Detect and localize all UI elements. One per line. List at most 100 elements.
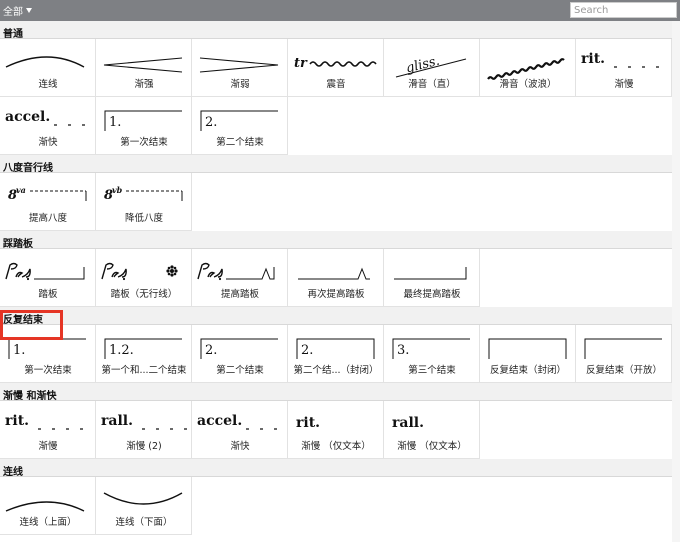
- section-header[interactable]: 普通: [0, 21, 680, 40]
- svg-text:1.: 1.: [109, 115, 121, 130]
- palette-cell[interactable]: 连线: [0, 39, 96, 97]
- palette-cell[interactable]: accel. 渐快: [192, 401, 288, 459]
- palette-cell[interactable]: 8 vb 降低八度: [96, 173, 192, 231]
- chevron-down-icon: [26, 8, 32, 13]
- palette-cell[interactable]: 踏板（无行线）: [96, 249, 192, 307]
- palette-cell-label: 连线（下面）: [115, 517, 173, 528]
- palette-grid: 8 va 提高八度 8 vb 降低八度: [0, 173, 672, 231]
- palette-cell-label: 降低八度: [124, 213, 163, 224]
- palette-cell[interactable]: tr 震音: [288, 39, 384, 97]
- svg-text:tr: tr: [294, 56, 308, 71]
- svg-text:1.: 1.: [13, 343, 25, 358]
- palette-cell[interactable]: 滑音（波浪）: [480, 39, 576, 97]
- scrollbar[interactable]: [672, 21, 680, 542]
- svg-text:gliss.: gliss.: [405, 54, 442, 77]
- palette-cell-label: 渐慢 （仅文本）: [301, 441, 371, 452]
- palette-cell-label: 再次提高踏板: [307, 289, 365, 300]
- palette-cell[interactable]: 2. 第二个结束: [192, 325, 288, 383]
- palette-cell-label: 渐慢: [38, 441, 58, 452]
- palette-cell[interactable]: 2. 第二个结...（封闭）: [288, 325, 384, 383]
- highlight-box: [0, 310, 63, 340]
- palette-cell[interactable]: 渐弱: [192, 39, 288, 97]
- palette-list: 普通 连线 渐强 渐弱 tr 震音 gliss. 滑音（直） 滑音（波浪） ri…: [0, 21, 680, 542]
- filter-dropdown[interactable]: 全部: [3, 3, 32, 18]
- palette-cell-label: 踏板: [38, 289, 58, 300]
- palette-cell-label: 第一次结束: [24, 365, 72, 376]
- palette-section: 反复结束 1. 第一次结束 1.2. 第一个和...二个结束 2. 第二个结束 …: [0, 307, 680, 383]
- palette-cell[interactable]: 3. 第三个结束: [384, 325, 480, 383]
- palette-cell-label: 第一个和...二个结束: [101, 365, 187, 376]
- palette-cell-label: 连线（上面）: [19, 517, 77, 528]
- palette-cell[interactable]: 再次提高踏板: [288, 249, 384, 307]
- palette-cell-label: 提高踏板: [220, 289, 259, 300]
- palette-section: 踩踏板 踏板 踏板（无行线） 提高踏板 再次提高踏板 最终提高踏板: [0, 231, 680, 307]
- palette-cell-label: 第二个结束: [216, 365, 264, 376]
- palette-cell[interactable]: 连线（上面）: [0, 477, 96, 535]
- palette-cell[interactable]: rall. 渐慢 (2): [96, 401, 192, 459]
- section-header[interactable]: 踩踏板: [0, 231, 680, 250]
- palette-cell-label: 踏板（无行线）: [110, 289, 178, 300]
- section-header[interactable]: 八度音行线: [0, 155, 680, 174]
- palette-cell-label: 渐快: [38, 137, 58, 148]
- palette-cell[interactable]: 反复结束（封闭）: [480, 325, 576, 383]
- palette-cell-label: 第二个结束: [216, 137, 264, 148]
- svg-text:rit.: rit.: [5, 413, 29, 429]
- pedal-mark: [5, 262, 31, 281]
- palette-cell-label: 渐强: [134, 79, 154, 90]
- section-header[interactable]: 反复结束: [0, 307, 680, 326]
- svg-text:accel.: accel.: [5, 109, 50, 125]
- palette-section: 普通 连线 渐强 渐弱 tr 震音 gliss. 滑音（直） 滑音（波浪） ri…: [0, 21, 680, 155]
- palette-grid: 连线（上面） 连线（下面）: [0, 477, 672, 535]
- palette-section: 渐慢 和渐快 rit. 渐慢 rall. 渐慢 (2) accel. 渐快 ri…: [0, 383, 680, 459]
- palette-toolbar: 全部: [0, 0, 680, 21]
- svg-text:rit.: rit.: [296, 415, 320, 431]
- svg-text:2.: 2.: [301, 343, 313, 358]
- palette-cell[interactable]: 渐强: [96, 39, 192, 97]
- palette-cell-label: 第三个结束: [408, 365, 456, 376]
- palette-cell[interactable]: rit. 渐慢: [576, 39, 672, 97]
- svg-text:rit.: rit.: [581, 51, 605, 67]
- palette-cell[interactable]: accel. 渐快: [0, 97, 96, 155]
- palette-cell[interactable]: 连线（下面）: [96, 477, 192, 535]
- palette-cell-label: 第一次结束: [120, 137, 168, 148]
- palette-cell[interactable]: 2. 第二个结束: [192, 97, 288, 155]
- section-header[interactable]: 渐慢 和渐快: [0, 383, 680, 402]
- svg-text:rall.: rall.: [101, 413, 133, 429]
- palette-cell[interactable]: gliss. 滑音（直）: [384, 39, 480, 97]
- svg-text:2.: 2.: [205, 343, 217, 358]
- svg-text:rall.: rall.: [392, 415, 424, 431]
- palette-cell[interactable]: 1.2. 第一个和...二个结束: [96, 325, 192, 383]
- section-header[interactable]: 连线: [0, 459, 680, 478]
- palette-cell-label: 渐慢 （仅文本）: [397, 441, 467, 452]
- palette-section: 连线 连线（上面） 连线（下面）: [0, 459, 680, 535]
- palette-cell[interactable]: rall. 渐慢 （仅文本）: [384, 401, 480, 459]
- palette-section: 八度音行线 8 va 提高八度 8 vb 降低八度: [0, 155, 680, 231]
- palette-cell[interactable]: 反复结束（开放）: [576, 325, 672, 383]
- palette-cell[interactable]: 最终提高踏板: [384, 249, 480, 307]
- pedal-mark: [197, 262, 223, 281]
- svg-text:2.: 2.: [205, 115, 217, 130]
- svg-text:va: va: [16, 185, 26, 195]
- palette-cell-label: 连线: [38, 79, 58, 90]
- palette-cell-label: 反复结束（封闭）: [489, 365, 566, 376]
- palette-cell-label: 渐慢 (2): [126, 441, 162, 452]
- palette-grid: 连线 渐强 渐弱 tr 震音 gliss. 滑音（直） 滑音（波浪） rit. …: [0, 39, 672, 155]
- palette-cell[interactable]: 8 va 提高八度: [0, 173, 96, 231]
- svg-text:3.: 3.: [397, 343, 409, 358]
- palette-cell-label: 震音: [326, 79, 346, 90]
- palette-cell-label: 渐快: [230, 441, 250, 452]
- palette-grid: rit. 渐慢 rall. 渐慢 (2) accel. 渐快 rit. 渐慢 （…: [0, 401, 672, 459]
- palette-cell-label: 渐弱: [230, 79, 250, 90]
- palette-cell-label: 滑音（直）: [408, 79, 456, 90]
- palette-cell-label: 渐慢: [614, 79, 634, 90]
- palette-cell[interactable]: rit. 渐慢 （仅文本）: [288, 401, 384, 459]
- svg-text:accel.: accel.: [197, 413, 242, 429]
- palette-cell[interactable]: 提高踏板: [192, 249, 288, 307]
- palette-cell-label: 提高八度: [28, 213, 67, 224]
- palette-cell[interactable]: 踏板: [0, 249, 96, 307]
- palette-cell-label: 第二个结...（封闭）: [293, 365, 379, 376]
- search-input[interactable]: [570, 2, 677, 18]
- palette-cell[interactable]: rit. 渐慢: [0, 401, 96, 459]
- palette-grid: 踏板 踏板（无行线） 提高踏板 再次提高踏板 最终提高踏板: [0, 249, 672, 307]
- palette-cell[interactable]: 1. 第一次结束: [96, 97, 192, 155]
